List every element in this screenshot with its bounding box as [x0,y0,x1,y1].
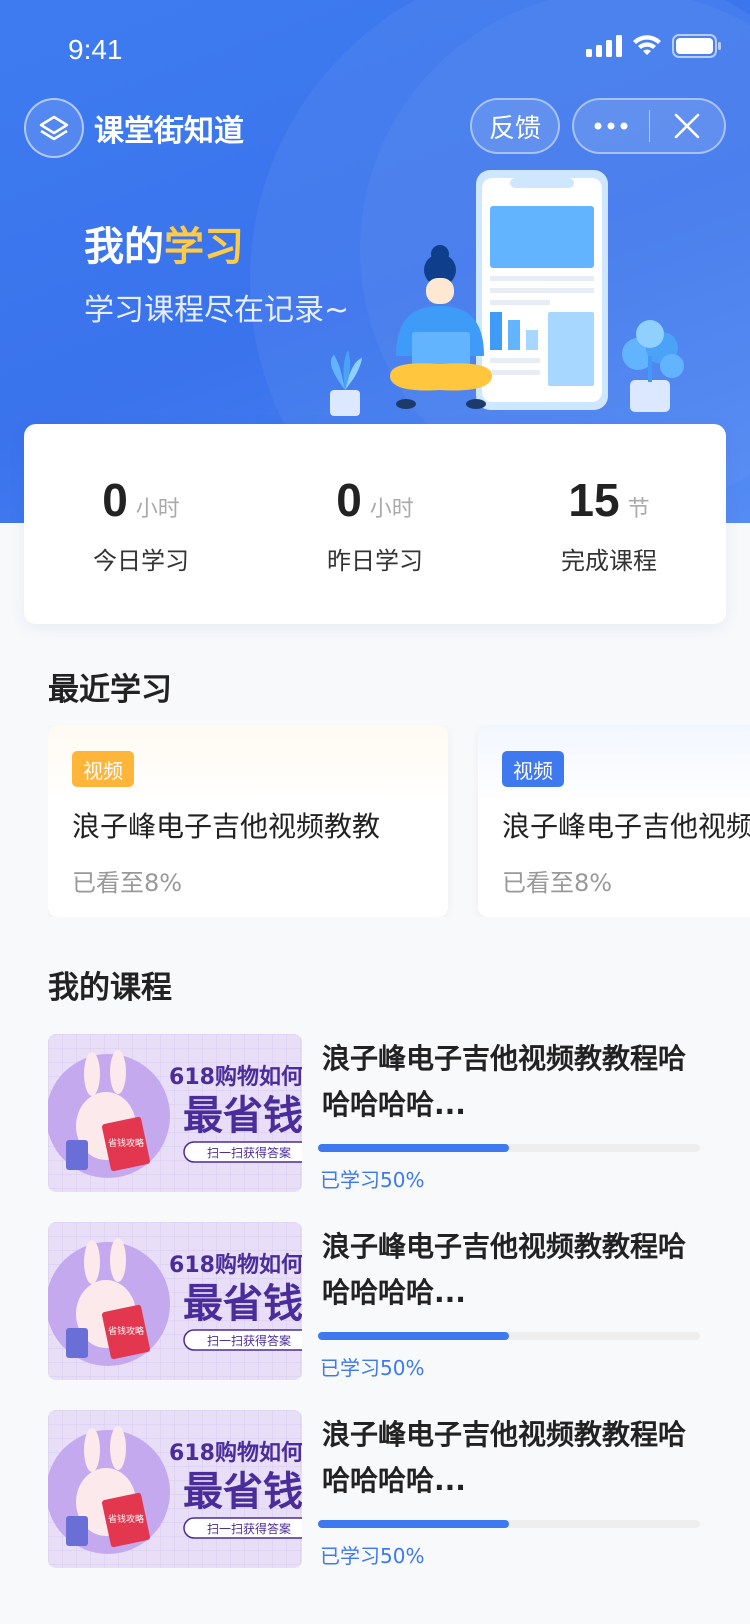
course-progress-bar [318,1520,700,1528]
feedback-button[interactable]: 反馈 [470,98,560,154]
recent-card-title: 浪子峰电子吉他视频 [502,810,750,843]
course-title: 浪子峰电子吉他视频教教程哈哈哈哈哈... [322,1230,687,1309]
course-progress-text: 已学习50% [320,1168,425,1192]
recent-card-progress: 已看至8% [72,869,183,897]
course-progress-bar [318,1144,700,1152]
course-title: 浪子峰电子吉他视频教教程哈哈哈哈哈... [322,1042,687,1121]
close-button[interactable] [650,100,725,152]
recent-card[interactable]: 视频 浪子峰电子吉他视频教教 已看至8% [48,725,448,917]
course-thumbnail: 618购物如何 最省钱 扫一扫获得答案 省钱攻略 [48,1034,302,1192]
battery-icon [672,34,721,58]
courses-section-title: 我的课程 [48,970,172,1006]
more-button[interactable] [574,100,649,152]
thumb-text-line1: 618购物如何 [169,1252,302,1278]
thumb-text-line2: 最省钱 [183,1093,302,1139]
video-tag: 视频 [72,751,134,787]
stat-label: 今日学习 [93,546,189,575]
status-icons [586,34,722,58]
wifi-icon [633,35,661,55]
stat-unit: 节 [627,496,650,522]
course-progress-text: 已学习50% [320,1356,425,1380]
miniapp-capsule [572,98,726,154]
thumb-text-line1: 618购物如何 [169,1064,302,1090]
course-progress-text: 已学习50% [320,1544,425,1568]
thumb-text-line3: 扫一扫获得答案 [207,1333,291,1348]
recent-card-progress: 已看至8% [502,869,613,897]
thumb-book-text: 省钱攻略 [108,1137,144,1149]
video-tag: 视频 [502,751,564,787]
signal-icon [586,35,622,57]
recent-card-title: 浪子峰电子吉他视频教教 [72,810,381,843]
status-time: 9:41 [68,34,123,65]
recent-card[interactable]: 视频 浪子峰电子吉他视频 已看至8% [478,725,750,917]
stat-value: 0 [102,473,128,526]
recent-list[interactable]: 视频 浪子峰电子吉他视频教教 已看至8% 视频 浪子峰电子吉他视频 已看至8% [48,725,750,917]
hero-subtitle: 学习课程尽在记录~ [84,293,350,328]
progress-fill [318,1144,509,1152]
hero-title: 我的学习 [84,214,244,272]
hero-title-highlight: 学习 [164,224,244,270]
progress-fill [318,1520,509,1528]
course-item[interactable]: 618购物如何 最省钱 扫一扫获得答案 省钱攻略 浪子峰电子吉他视频教教程哈哈哈… [48,1222,728,1380]
thumb-text-line2: 最省钱 [183,1281,302,1327]
thumb-text-line2: 最省钱 [183,1469,302,1515]
status-bar: 9:41 [0,0,750,100]
thumb-book-text: 省钱攻略 [108,1513,144,1525]
close-icon [674,113,700,139]
stat-unit: 小时 [135,496,180,522]
thumb-text-line3: 扫一扫获得答案 [207,1521,291,1536]
app-name: 课堂街知道 [94,114,244,149]
stat-value: 15 [568,473,620,526]
thumb-text-line1: 618购物如何 [169,1440,302,1466]
stat-completed: 15 节 完成课程 [492,424,726,624]
course-progress-bar [318,1332,700,1340]
study-illustration [330,170,684,416]
course-title: 浪子峰电子吉他视频教教程哈哈哈哈哈... [322,1418,687,1497]
course-thumbnail: 618购物如何 最省钱 扫一扫获得答案 省钱攻略 [48,1410,302,1568]
recent-section-title: 最近学习 [48,672,172,708]
course-item[interactable]: 618购物如何 最省钱 扫一扫获得答案 省钱攻略 浪子峰电子吉他视频教教程哈哈哈… [48,1034,728,1192]
hero-title-part1: 我的 [84,224,164,270]
stat-unit: 小时 [369,496,414,522]
course-thumbnail: 618购物如何 最省钱 扫一扫获得答案 省钱攻略 [48,1222,302,1380]
course-item[interactable]: 618购物如何 最省钱 扫一扫获得答案 省钱攻略 浪子峰电子吉他视频教教程哈哈哈… [48,1410,728,1568]
stat-yesterday: 0 小时 昨日学习 [258,424,492,624]
stat-today: 0 小时 今日学习 [24,424,258,624]
thumb-book-text: 省钱攻略 [108,1325,144,1337]
stats-card: 0 小时 今日学习 0 小时 昨日学习 15 节 完成课程 [24,424,726,624]
stat-label: 昨日学习 [327,546,423,575]
app-brand[interactable]: 课堂街知道 [24,98,244,158]
app-logo-icon [24,98,84,158]
progress-fill [318,1332,509,1340]
stat-value: 0 [336,473,362,526]
stat-label: 完成课程 [561,546,657,575]
more-dots-icon [594,122,628,130]
thumb-text-line3: 扫一扫获得答案 [207,1145,291,1160]
